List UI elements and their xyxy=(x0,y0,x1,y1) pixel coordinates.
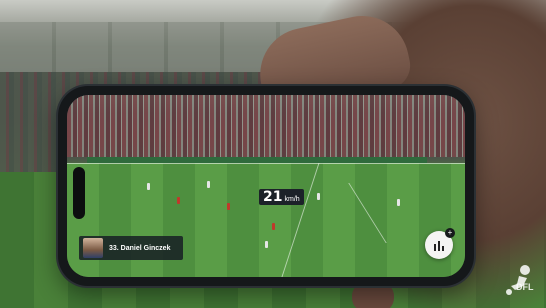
smartphone: 21 km/h 33. Daniel Ginczek + xyxy=(58,86,474,286)
player-tag[interactable]: 33. Daniel Ginczek xyxy=(79,236,183,260)
bar-chart-icon xyxy=(434,241,444,251)
dfl-logo-text: DFL xyxy=(516,282,534,292)
stats-button[interactable]: + xyxy=(425,228,455,259)
player-avatar xyxy=(83,238,103,258)
screen-stands xyxy=(67,95,465,157)
speed-unit: km/h xyxy=(284,196,300,203)
phone-notch xyxy=(73,167,85,219)
ar-screen: 21 km/h 33. Daniel Ginczek + xyxy=(67,95,465,277)
player-name: 33. Daniel Ginczek xyxy=(109,244,171,252)
speed-value: 21 xyxy=(263,189,283,205)
stats-badge: + xyxy=(445,228,455,238)
speed-overlay: 21 km/h xyxy=(259,189,304,205)
stadium-scene: 21 km/h 33. Daniel Ginczek + DFL xyxy=(0,0,546,308)
